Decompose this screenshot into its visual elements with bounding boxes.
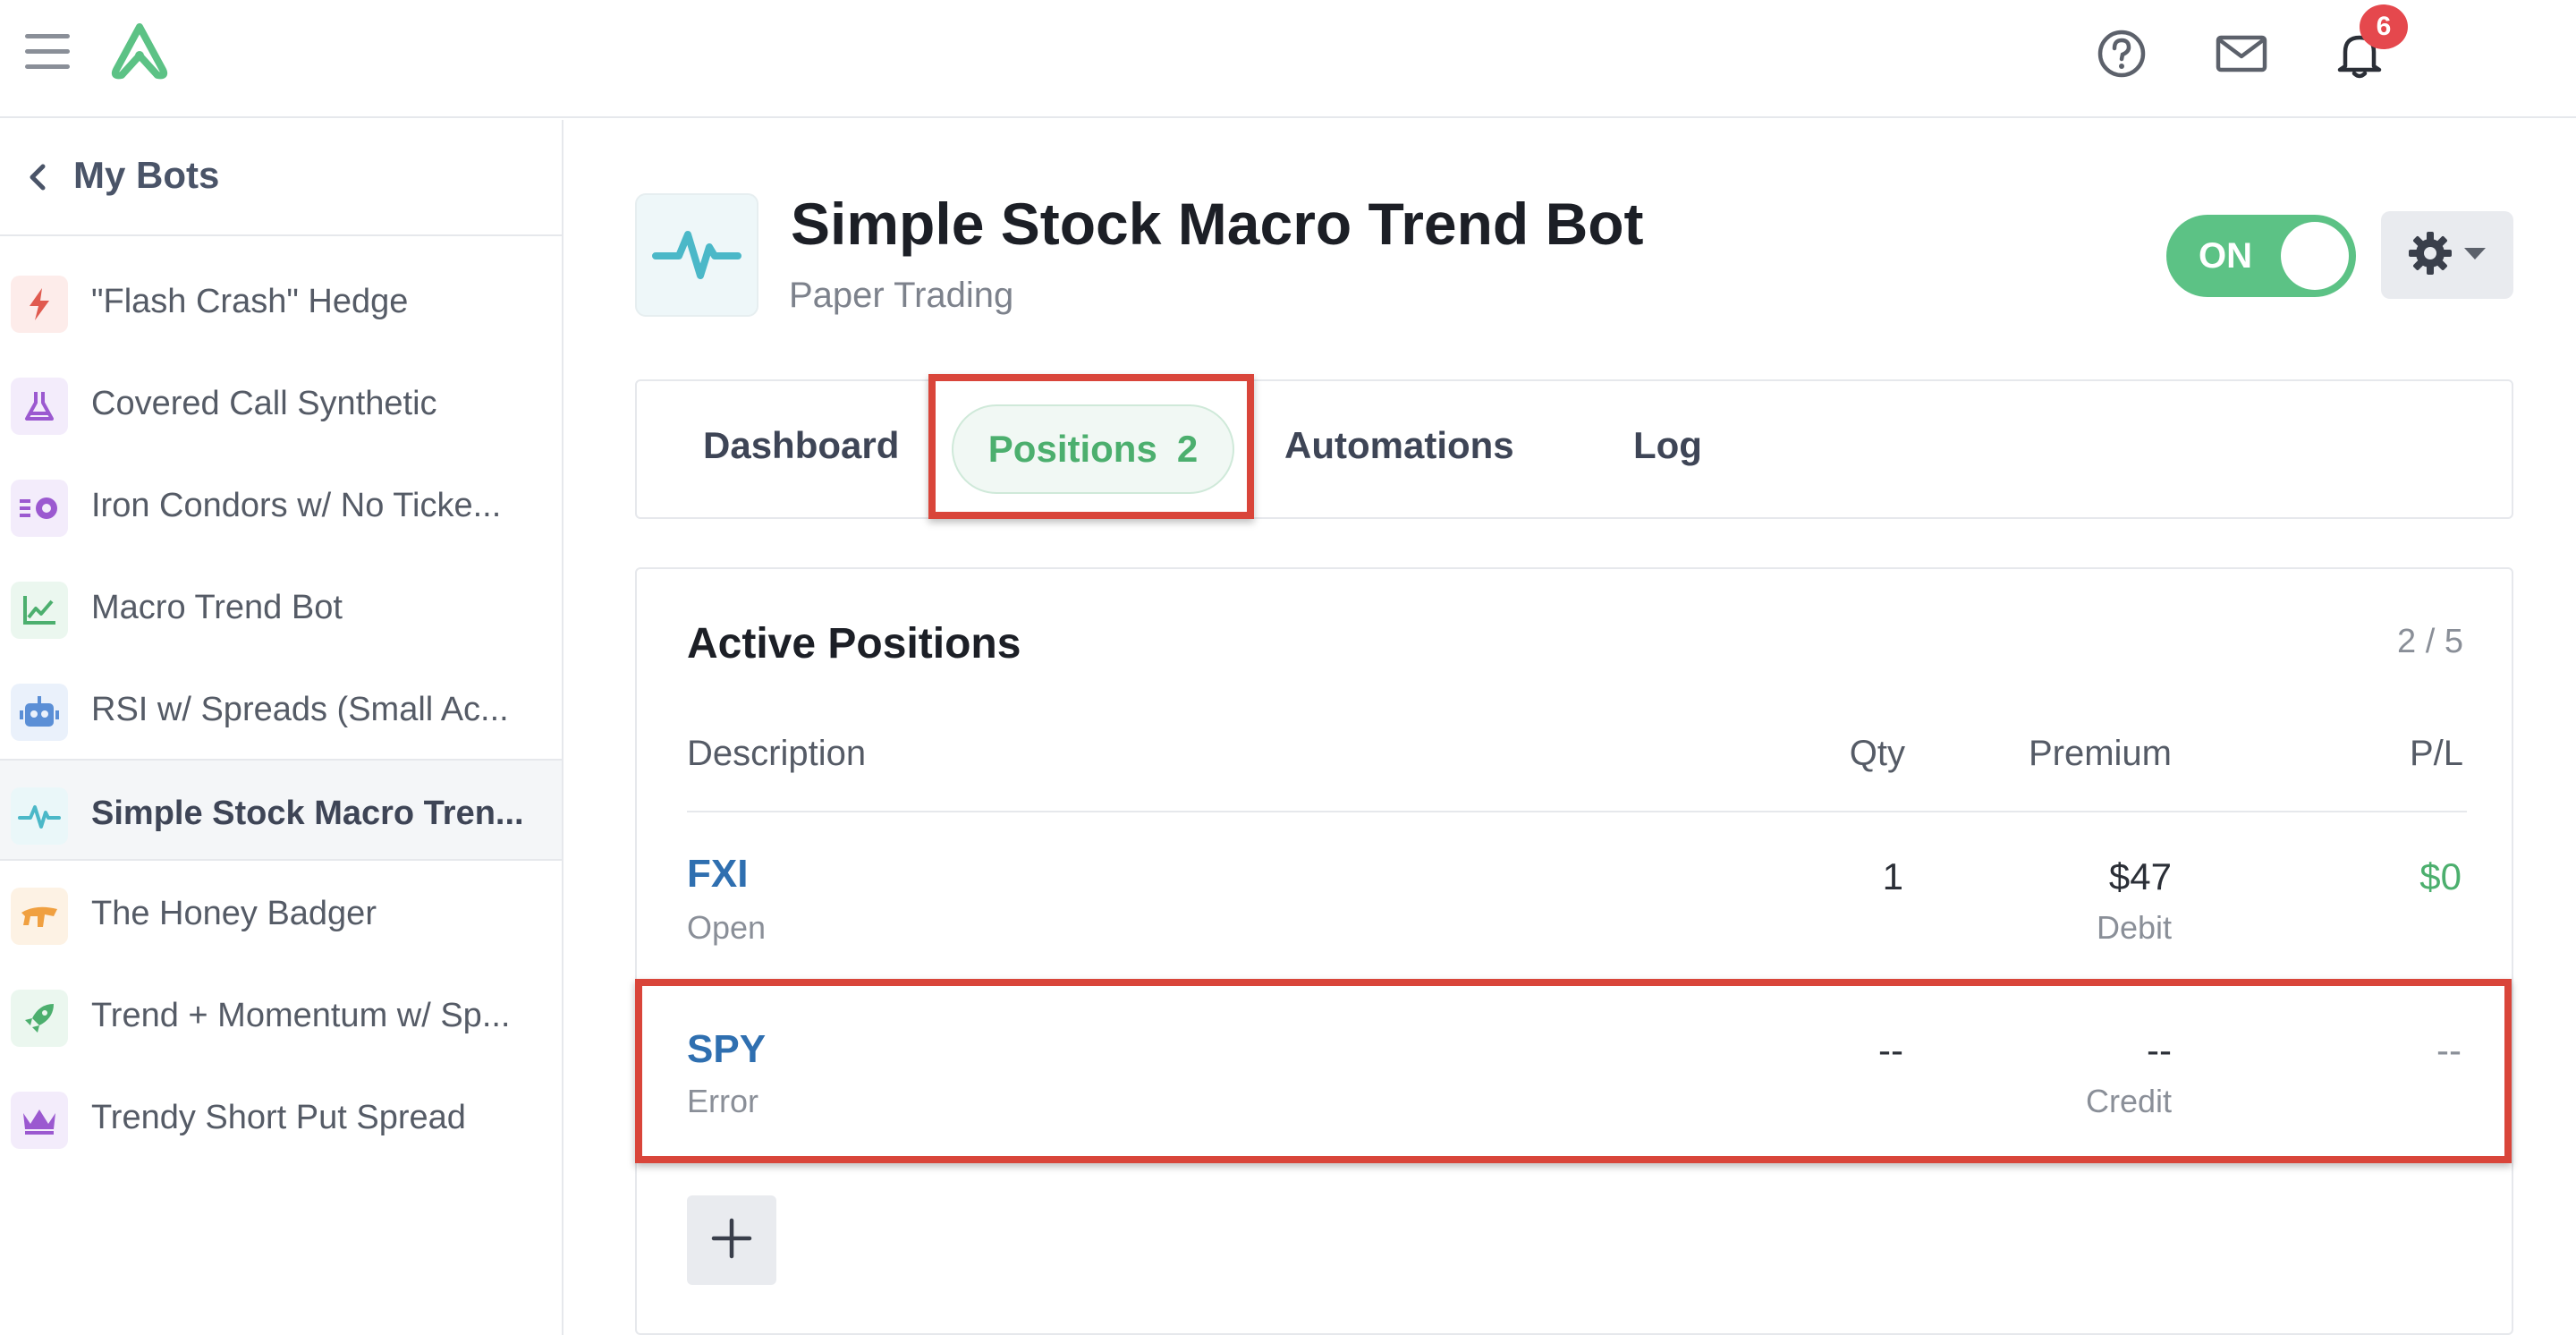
gear-icon [2407, 230, 2453, 281]
lightning-icon [11, 276, 68, 333]
sidebar-item-label: Simple Stock Macro Tren... [91, 795, 524, 832]
position-qty: 1 [1882, 855, 1903, 897]
tab-highlight-box [928, 374, 1254, 519]
settings-dropdown-button[interactable] [2381, 211, 2513, 299]
positions-count: 2 / 5 [2397, 623, 2463, 660]
menu-icon[interactable] [25, 32, 70, 72]
robot-icon [11, 684, 68, 741]
sidebar-item-label: The Honey Badger [91, 895, 377, 932]
badger-icon [11, 888, 68, 945]
sidebar-item-covered-call-synthetic[interactable]: Covered Call Synthetic [0, 351, 562, 453]
add-position-button[interactable] [687, 1195, 776, 1285]
chart-line-icon [11, 582, 68, 639]
sidebar-item-macro-trend-bot[interactable]: Macro Trend Bot [0, 555, 562, 657]
pulse-icon [11, 787, 68, 845]
sidebar-item-trendy-short-put[interactable]: Trendy Short Put Spread [0, 1065, 562, 1167]
notification-badge: 6 [2360, 4, 2408, 49]
tab-dashboard[interactable]: Dashboard [703, 424, 899, 467]
flask-icon [11, 378, 68, 435]
header-divider [687, 811, 2467, 812]
plus-icon [710, 1217, 753, 1264]
sidebar: My Bots "Flash Crash" Hedge Covered Call… [0, 120, 564, 1335]
sidebar-item-label: Macro Trend Bot [91, 589, 343, 626]
sidebar-item-rsi-spreads[interactable]: RSI w/ Spreads (Small Ac... [0, 657, 562, 759]
tab-automations[interactable]: Automations [1284, 424, 1514, 467]
bot-on-toggle[interactable]: ON [2166, 215, 2356, 297]
position-status: Open [687, 909, 767, 946]
chevron-down-icon [2462, 245, 2487, 266]
mail-icon[interactable] [2215, 27, 2268, 81]
column-header-pl: P/L [2409, 734, 2463, 773]
back-to-my-bots[interactable]: My Bots [0, 120, 562, 236]
rocket-icon [11, 990, 68, 1047]
help-icon[interactable] [2095, 27, 2148, 81]
sidebar-item-flash-crash-hedge[interactable]: "Flash Crash" Hedge [0, 249, 562, 351]
column-header-premium: Premium [2028, 734, 2172, 773]
position-premium: $47 [2108, 855, 2172, 897]
sidebar-item-label: RSI w/ Spreads (Small Ac... [91, 691, 509, 728]
dollar-arrows-icon [11, 480, 68, 537]
position-symbol[interactable]: FXI [687, 852, 748, 897]
sidebar-item-label: "Flash Crash" Hedge [91, 283, 409, 320]
column-header-description: Description [687, 734, 867, 773]
top-bar: 6 [0, 0, 2576, 118]
sidebar-item-honey-badger[interactable]: The Honey Badger [0, 861, 562, 963]
pulse-icon [652, 222, 741, 289]
sidebar-item-iron-condors[interactable]: Iron Condors w/ No Ticke... [0, 453, 562, 555]
bot-avatar [635, 193, 758, 317]
toggle-knob [2281, 222, 2349, 290]
sidebar-item-simple-stock-macro-trend[interactable]: Simple Stock Macro Tren... [0, 759, 562, 861]
sidebar-item-trend-momentum[interactable]: Trend + Momentum w/ Sp... [0, 963, 562, 1065]
logo-icon[interactable] [104, 20, 175, 82]
chevron-left-icon [25, 161, 52, 193]
sidebar-item-label: Trend + Momentum w/ Sp... [91, 997, 511, 1034]
toggle-label: ON [2199, 236, 2252, 276]
sidebar-item-label: Covered Call Synthetic [91, 385, 437, 422]
row-highlight-box [635, 979, 2512, 1163]
crown-icon [11, 1092, 68, 1149]
position-pl: $0 [2419, 855, 2462, 897]
positions-card [635, 567, 2513, 1335]
column-header-qty: Qty [1849, 734, 1905, 773]
page-title: Simple Stock Macro Trend Bot [791, 191, 1644, 257]
sidebar-item-label: Iron Condors w/ No Ticke... [91, 487, 502, 524]
back-label: My Bots [73, 154, 220, 196]
sidebar-item-label: Trendy Short Put Spread [91, 1099, 466, 1136]
tab-log[interactable]: Log [1633, 424, 1702, 467]
bot-subtitle: Paper Trading [789, 276, 1014, 315]
position-premium-type: Debit [2096, 909, 2172, 946]
active-positions-title: Active Positions [687, 620, 1021, 668]
tabs-bar [635, 379, 2513, 519]
